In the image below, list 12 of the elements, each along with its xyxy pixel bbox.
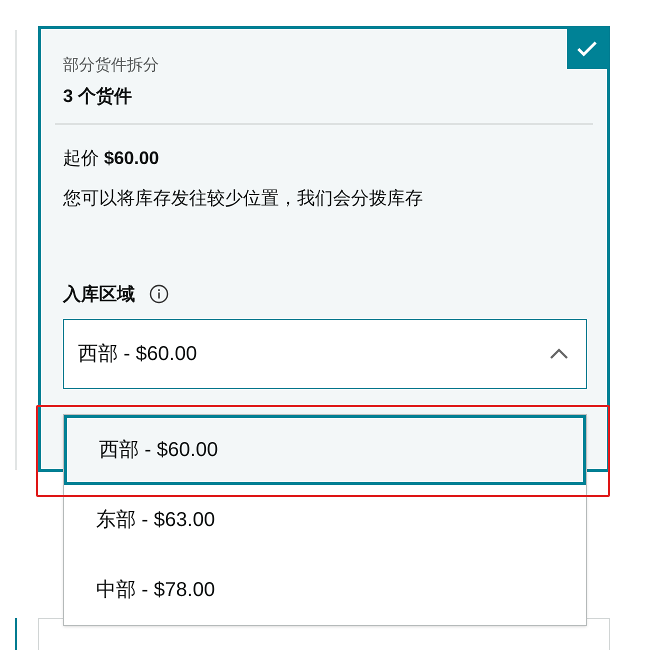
check-icon bbox=[567, 29, 607, 69]
dropdown-option[interactable]: 西部 - $60.00 bbox=[64, 415, 586, 485]
description-text: 您可以将库存发往较少位置，我们会分拨库存 bbox=[63, 187, 424, 210]
region-dropdown[interactable]: 西部 - $60.00 bbox=[63, 319, 587, 389]
info-icon bbox=[149, 284, 169, 304]
chevron-up-icon bbox=[548, 347, 570, 361]
dropdown-option[interactable]: 东部 - $63.00 bbox=[64, 485, 586, 555]
dropdown-option[interactable]: 中部 - $78.00 bbox=[64, 555, 586, 625]
card-title: 3 个货件 bbox=[63, 85, 134, 108]
card-subtitle: 部分货件拆分 bbox=[63, 56, 160, 76]
field-label: 入库区域 bbox=[63, 283, 135, 306]
price-text: 起价 $60.00 bbox=[63, 147, 160, 170]
